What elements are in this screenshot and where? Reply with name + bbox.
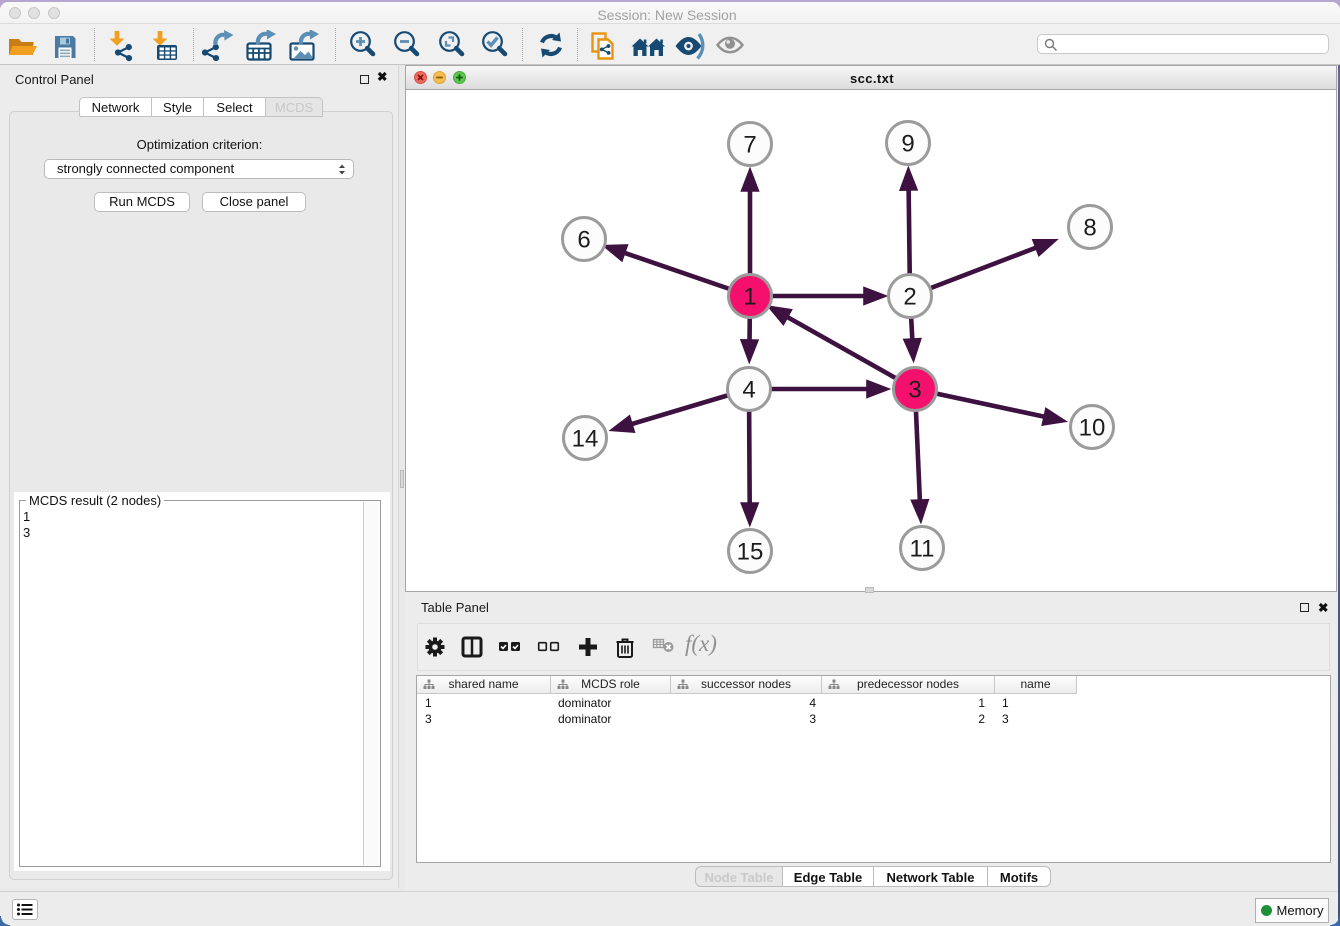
svg-text:9: 9	[901, 131, 914, 158]
svg-text:4: 4	[742, 377, 755, 404]
svg-text:3: 3	[908, 377, 921, 404]
svg-text:6: 6	[577, 227, 590, 254]
svg-text:2: 2	[903, 284, 916, 311]
svg-text:11: 11	[910, 536, 935, 563]
svg-text:7: 7	[743, 132, 756, 159]
svg-text:8: 8	[1083, 215, 1096, 242]
svg-text:14: 14	[572, 426, 599, 453]
svg-text:10: 10	[1079, 415, 1106, 442]
svg-text:15: 15	[737, 539, 764, 566]
svg-text:1: 1	[743, 284, 756, 311]
